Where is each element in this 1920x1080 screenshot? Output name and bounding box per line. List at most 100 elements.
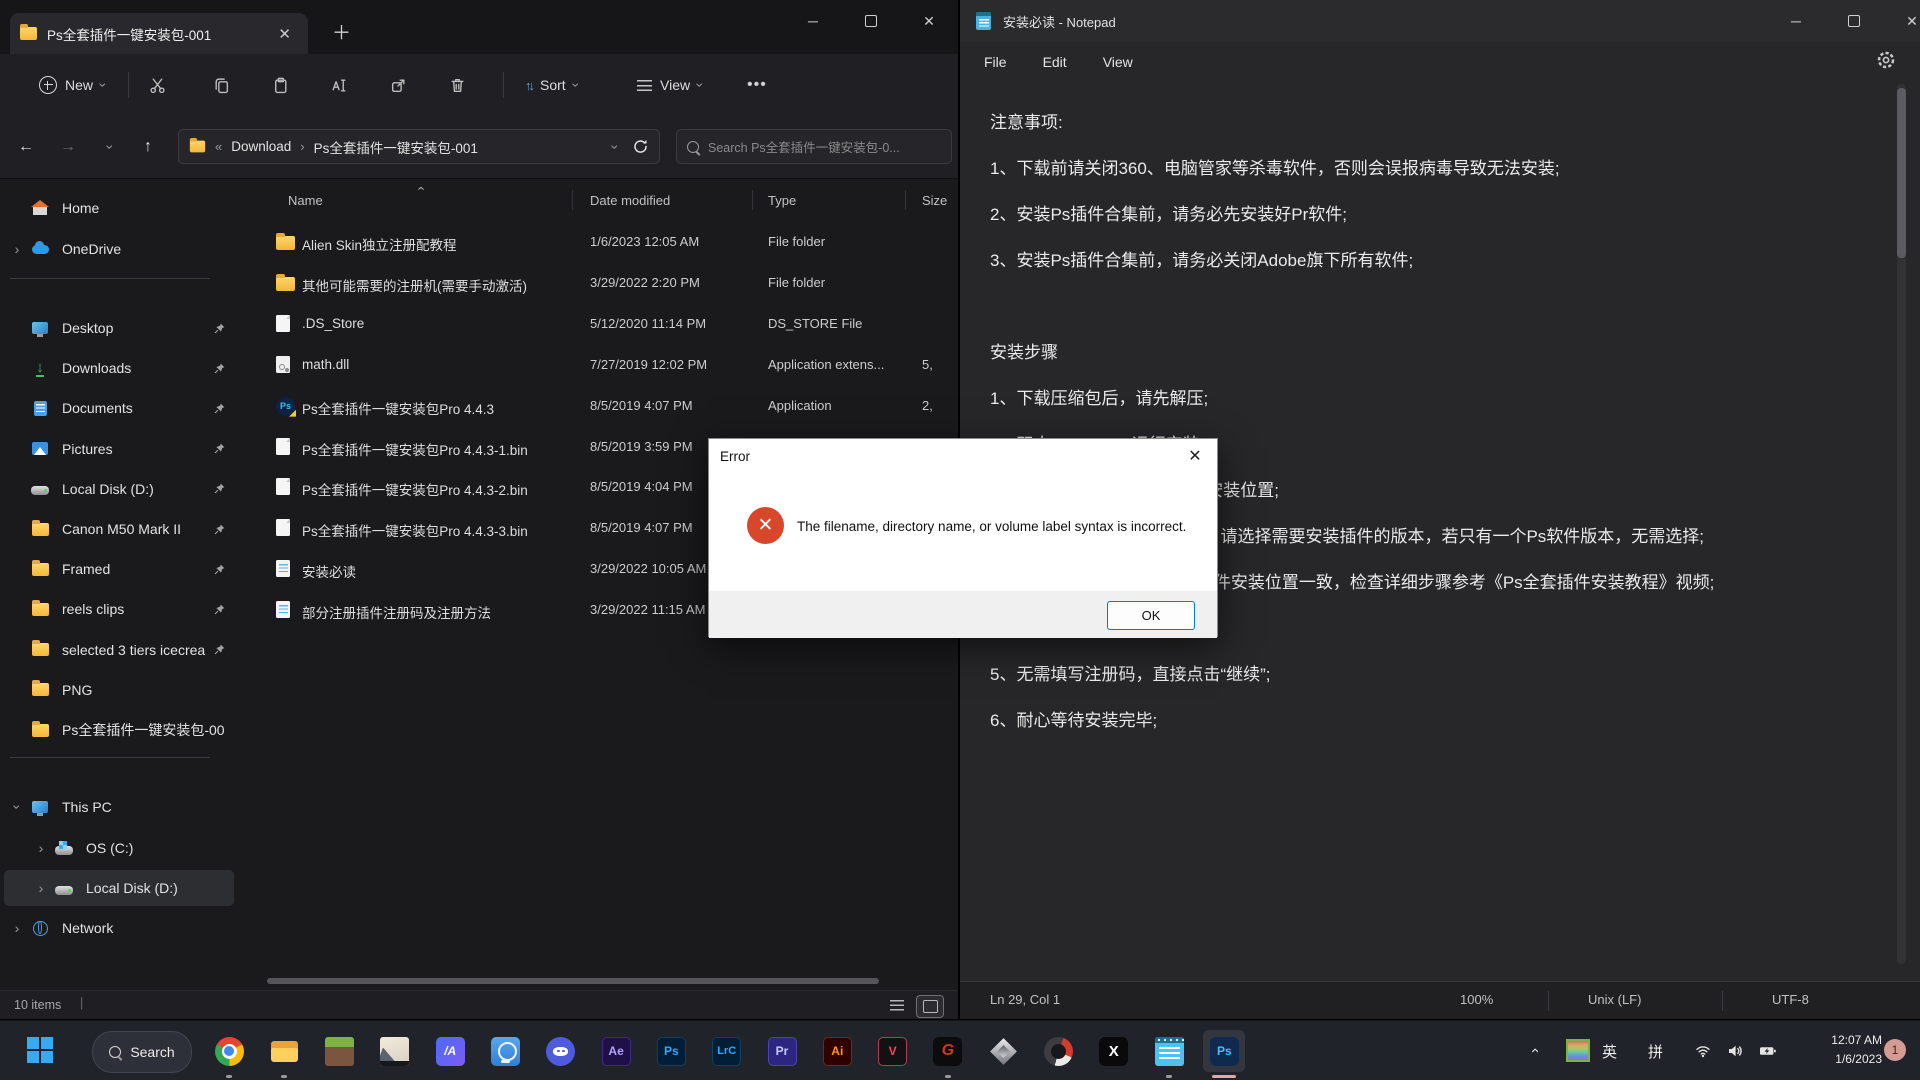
settings-gear-icon[interactable] [1876, 50, 1896, 70]
explorer-tab[interactable]: Ps全套插件一键安装包-001 ✕ [10, 13, 308, 54]
file-row[interactable]: 其他可能需要的注册机(需要手动激活)3/29/2022 2:20 PMFile … [240, 263, 958, 304]
search-box[interactable]: Search Ps全套插件一键安装包-0... [676, 129, 952, 164]
taskbar-search[interactable]: Search [92, 1031, 192, 1073]
taskbar-app-medal[interactable]: /A [429, 1030, 471, 1072]
volume-icon[interactable] [1726, 1043, 1744, 1059]
column-separator[interactable] [905, 190, 906, 210]
notepad-maximize-button[interactable] [1831, 4, 1877, 38]
taskbar-app-ring[interactable] [1038, 1030, 1080, 1072]
chevron-right-icon[interactable]: › [28, 880, 54, 896]
taskbar-app-anime[interactable] [374, 1030, 416, 1072]
taskbar-app-minecraft[interactable] [319, 1030, 361, 1072]
ime-mode-indicator[interactable]: 拼 [1648, 1041, 1663, 1062]
taskbar-app-camera[interactable] [485, 1030, 527, 1072]
ime-language-indicator[interactable]: 英 [1602, 1041, 1617, 1062]
sort-button[interactable]: ↑↓ Sort › [516, 68, 587, 102]
view-button[interactable]: View › [628, 68, 712, 102]
column-header-type[interactable]: Type [768, 193, 796, 208]
close-button[interactable]: ✕ [906, 4, 952, 38]
notepad-close-button[interactable]: ✕ [1889, 4, 1920, 38]
refresh-icon[interactable] [632, 138, 649, 155]
column-separator[interactable] [752, 190, 753, 210]
forward-button[interactable]: → [52, 131, 84, 163]
chevron-right-icon[interactable]: › [4, 241, 30, 257]
sidebar-item-pictures[interactable]: Pictures [4, 431, 234, 467]
chevron-down-icon[interactable]: › [4, 799, 30, 815]
sidebar-item-reels-clips[interactable]: reels clips [4, 591, 234, 627]
column-separator[interactable] [572, 190, 573, 210]
sidebar-item-downloads[interactable]: ↓Downloads [4, 350, 234, 386]
back-button[interactable]: ← [10, 131, 42, 163]
chevron-right-icon[interactable]: › [28, 840, 54, 856]
menu-edit[interactable]: Edit [1029, 48, 1081, 76]
taskbar-app-garena[interactable]: G [927, 1030, 969, 1072]
up-button[interactable]: ↑ [132, 131, 164, 163]
taskbar-app-pr[interactable]: Pr [761, 1030, 803, 1072]
sidebar-item-local-disk-d-[interactable]: Local Disk (D:) [4, 471, 234, 507]
address-bar[interactable]: « Download › Ps全套插件一键安装包-001 › [178, 129, 660, 164]
sidebar-item-canon-m50-mark-ii[interactable]: Canon M50 Mark II [4, 511, 234, 547]
tray-app-icon[interactable] [1566, 1039, 1590, 1062]
taskbar-app-chrome[interactable] [208, 1030, 250, 1072]
minimize-button[interactable]: ─ [790, 4, 836, 38]
zoom-level[interactable]: 100% [1460, 992, 1493, 1007]
sidebar-item-desktop[interactable]: Desktop [4, 310, 234, 346]
sidebar-item-onedrive[interactable]: ›OneDrive [4, 231, 234, 267]
address-dropdown-icon[interactable]: › [609, 144, 623, 149]
column-header-size[interactable]: Size [922, 193, 947, 208]
file-row[interactable]: math.dll7/27/2019 12:02 PMApplication ex… [240, 345, 958, 386]
sidebar-item-local-disk-d-[interactable]: ›Local Disk (D:) [4, 870, 234, 906]
taskbar-app-explorer[interactable] [263, 1030, 305, 1072]
chevron-right-icon[interactable]: › [4, 920, 30, 936]
tray-clock[interactable]: 12:07 AM 1/6/2023 [1790, 1031, 1882, 1069]
taskbar-app-psa[interactable]: Ps [1203, 1030, 1245, 1072]
sidebar-item-ps-00[interactable]: Ps全套插件一键安装包-00 [4, 712, 234, 748]
ok-button[interactable]: OK [1107, 601, 1195, 630]
taskbar-app-capcut[interactable]: X [1093, 1030, 1135, 1072]
cut-button[interactable] [140, 68, 175, 102]
sidebar-item-selected-3-tiers-icecrea[interactable]: selected 3 tiers icecrea [4, 632, 234, 668]
column-header-name[interactable]: Name [288, 193, 323, 208]
breadcrumb-current-folder[interactable]: Ps全套插件一键安装包-001 [314, 137, 478, 157]
sidebar-item-png[interactable]: PNG [4, 672, 234, 708]
thumbnail-view-button[interactable] [916, 995, 944, 1018]
file-row[interactable]: PsPs全套插件一键安装包Pro 4.4.38/5/2019 4:07 PMAp… [240, 386, 958, 427]
taskbar-app-notepad[interactable] [1148, 1030, 1190, 1072]
paste-button[interactable] [263, 68, 298, 102]
new-button[interactable]: New › [30, 68, 115, 102]
taskbar-app-ae[interactable]: Ae [595, 1030, 637, 1072]
battery-icon[interactable] [1758, 1043, 1778, 1059]
taskbar-app-lrc[interactable]: LrC [706, 1030, 748, 1072]
notepad-minimize-button[interactable]: ─ [1773, 4, 1819, 38]
copy-button[interactable] [204, 68, 239, 102]
sidebar-item-framed[interactable]: Framed [4, 551, 234, 587]
taskbar-app-ai[interactable]: Ai [816, 1030, 858, 1072]
tab-close-icon[interactable]: ✕ [271, 24, 298, 44]
taskbar-app-valorant[interactable]: V [872, 1030, 914, 1072]
taskbar-app-emblem[interactable] [982, 1030, 1024, 1072]
taskbar-app-ps[interactable]: Ps [650, 1030, 692, 1072]
recent-locations-button[interactable]: › [94, 131, 126, 163]
file-row[interactable]: Alien Skin独立注册配教程1/6/2023 12:05 AMFile f… [240, 222, 958, 263]
maximize-button[interactable] [848, 4, 894, 38]
rename-button[interactable] [322, 68, 357, 102]
horizontal-scrollbar[interactable] [267, 978, 879, 984]
menu-file[interactable]: File [970, 48, 1021, 76]
file-row[interactable]: .DS_Store5/12/2020 11:14 PMDS_STORE File [240, 304, 958, 345]
new-tab-button[interactable]: ＋ [332, 18, 351, 45]
share-button[interactable] [381, 68, 416, 102]
delete-button[interactable] [440, 68, 475, 102]
breadcrumb-overflow-icon[interactable]: « [215, 139, 222, 154]
error-dialog-close-icon[interactable]: ✕ [1173, 439, 1217, 473]
notepad-text-area[interactable]: 注意事项: 1、下载前请关闭360、电脑管家等杀毒软件，否则会误报病毒导致无法安… [990, 111, 1870, 732]
tray-chevron-up-icon[interactable]: › [1527, 1048, 1542, 1053]
wifi-icon[interactable] [1694, 1043, 1712, 1059]
notepad-scrollbar-thumb[interactable] [1897, 88, 1906, 258]
menu-view[interactable]: View [1089, 48, 1147, 76]
taskbar-app-discord[interactable] [540, 1030, 582, 1072]
see-more-button[interactable]: ••• [738, 68, 776, 102]
sidebar-item-os-c-[interactable]: ›OS (C:) [4, 830, 234, 866]
sidebar-item-this-pc[interactable]: ›This PC [4, 789, 234, 825]
details-view-button[interactable] [884, 995, 910, 1016]
breadcrumb-download[interactable]: Download [231, 139, 291, 154]
